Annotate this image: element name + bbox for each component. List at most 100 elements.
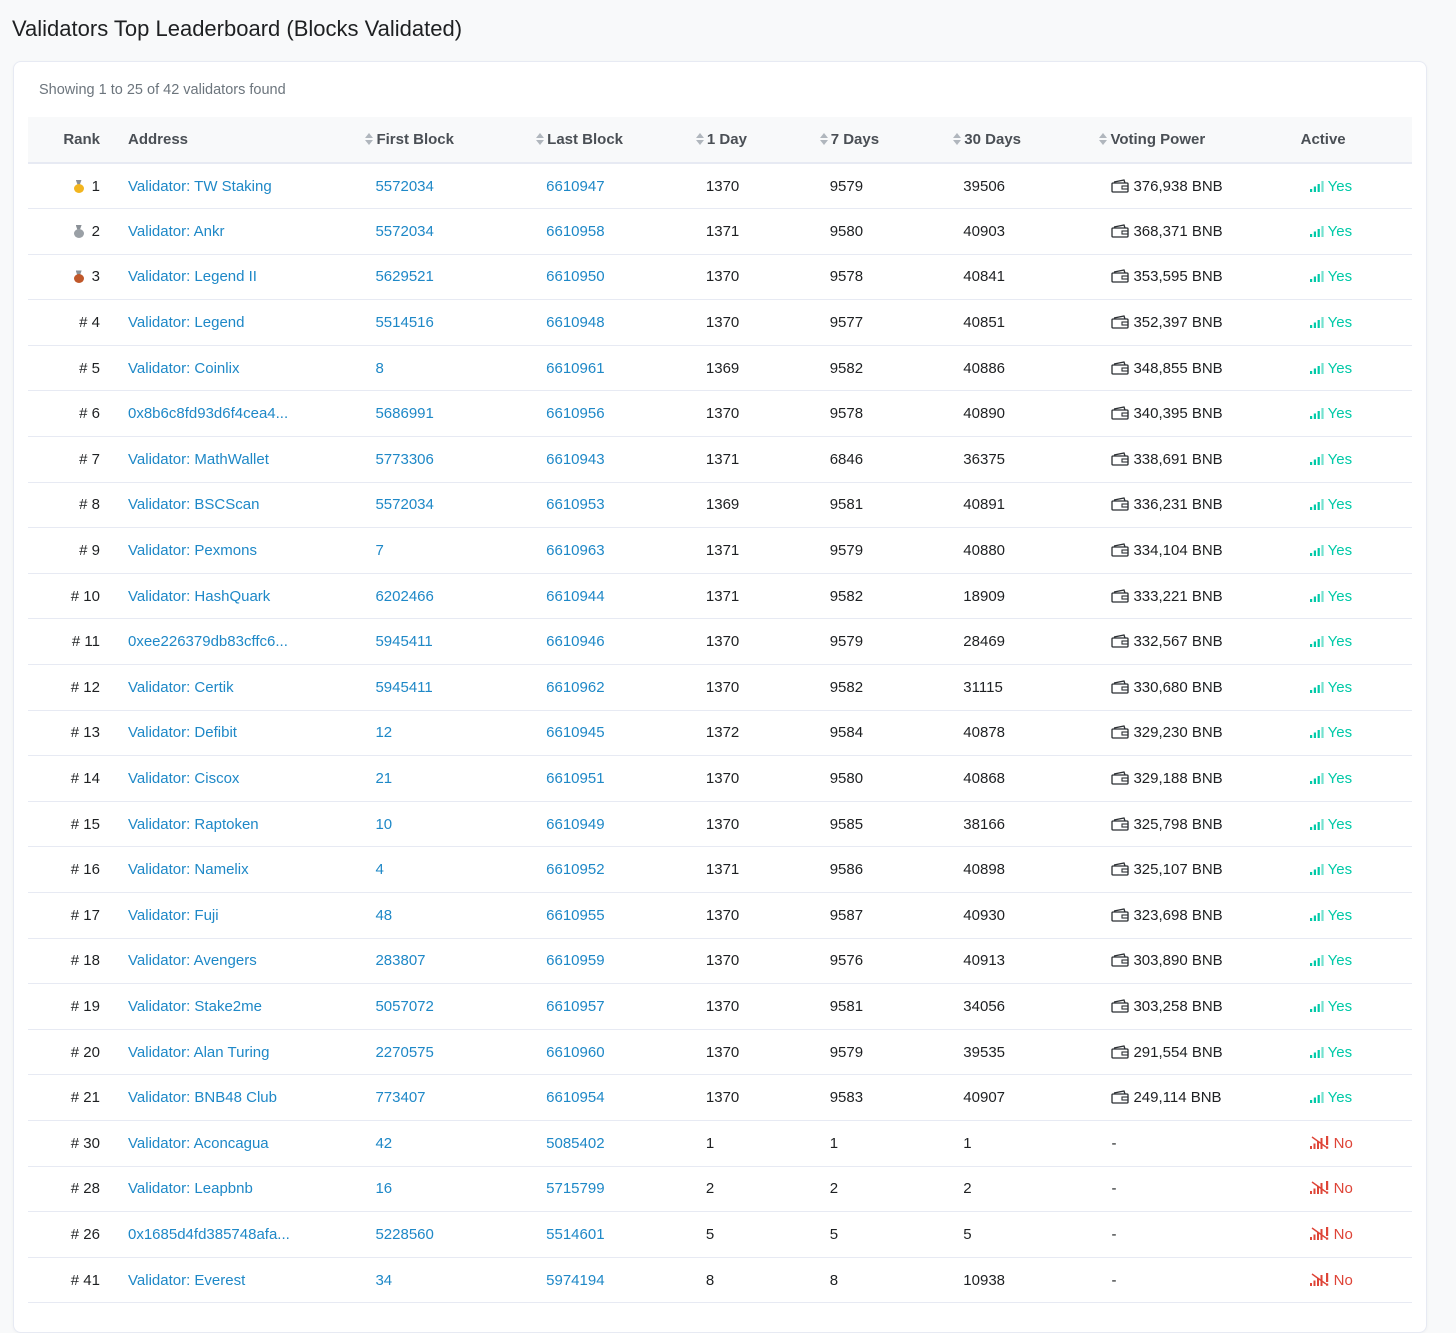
first-block-link[interactable]: 283807: [375, 952, 425, 969]
validator-address-link[interactable]: Validator: Alan Turing: [128, 1044, 269, 1061]
header-last-block[interactable]: Last Block: [536, 117, 696, 163]
validator-address-link[interactable]: Validator: Avengers: [128, 952, 257, 969]
first-block-link[interactable]: 7: [375, 542, 383, 559]
first-block-link[interactable]: 5514516: [375, 314, 433, 331]
first-block-link[interactable]: 5572034: [375, 178, 433, 195]
validator-address-link[interactable]: Validator: Pexmons: [128, 542, 257, 559]
voting-power-value: -: [1111, 1225, 1117, 1243]
first-block-link[interactable]: 4: [375, 861, 383, 878]
validator-address-link[interactable]: 0xee226379db83cffc6...: [128, 633, 288, 650]
voting-power-value: -: [1111, 1271, 1117, 1289]
first-block-link[interactable]: 16: [375, 1180, 392, 1197]
rank-value: # 17: [70, 906, 100, 924]
first-block-link[interactable]: 2270575: [375, 1044, 433, 1061]
validator-address-link[interactable]: Validator: Everest: [128, 1272, 245, 1289]
last-block-link[interactable]: 6610949: [546, 816, 604, 833]
active-status: No: [1333, 1180, 1353, 1198]
last-block-link[interactable]: 5085402: [546, 1135, 604, 1152]
header-first-block[interactable]: First Block: [365, 117, 536, 163]
active-cell: Yes: [1301, 482, 1412, 528]
first-block-link[interactable]: 5057072: [375, 998, 433, 1015]
table-row: # 17 Validator: Fuji 48 6610955 1370 958…: [28, 893, 1412, 939]
validator-address-link[interactable]: Validator: Defibit: [128, 724, 237, 741]
first-block-link[interactable]: 6202466: [375, 588, 433, 605]
validator-address-link[interactable]: Validator: Legend: [128, 314, 244, 331]
blocks-30-days: 40851: [963, 314, 1006, 332]
validator-address-link[interactable]: 0x1685d4fd385748afa...: [128, 1226, 290, 1243]
header-voting-power[interactable]: Voting Power: [1099, 117, 1300, 163]
validator-address-link[interactable]: Validator: Ankr: [128, 223, 224, 240]
first-block-link[interactable]: 5228560: [375, 1226, 433, 1243]
last-block-link[interactable]: 6610958: [546, 223, 604, 240]
address-cell: Validator: TW Staking: [128, 163, 365, 209]
last-block-link[interactable]: 6610954: [546, 1089, 604, 1106]
validator-address-link[interactable]: Validator: MathWallet: [128, 451, 269, 468]
last-block-link[interactable]: 6610961: [546, 360, 604, 377]
last-block-link[interactable]: 5715799: [546, 1180, 604, 1197]
first-block-link[interactable]: 5572034: [375, 496, 433, 513]
first-block-link[interactable]: 10: [375, 816, 392, 833]
rank-value: # 10: [70, 587, 100, 605]
validator-address-link[interactable]: Validator: TW Staking: [128, 178, 272, 195]
last-block-cell: 6610962: [536, 665, 696, 711]
rank-value: # 15: [70, 815, 100, 833]
table-row: # 41 Validator: Everest 34 5974194 8 8 1…: [28, 1257, 1412, 1303]
last-block-link[interactable]: 5514601: [546, 1226, 604, 1243]
validator-address-link[interactable]: 0x8b6c8fd93d6f4cea4...: [128, 405, 288, 422]
first-block-link[interactable]: 773407: [375, 1089, 425, 1106]
voting-power-value: 329,188 BNB: [1133, 770, 1223, 788]
validator-address-link[interactable]: Validator: Fuji: [128, 907, 219, 924]
validator-address-link[interactable]: Validator: BSCScan: [128, 496, 259, 513]
validator-address-link[interactable]: Validator: Stake2me: [128, 998, 262, 1015]
header-7-days[interactable]: 7 Days: [819, 117, 954, 163]
first-block-link[interactable]: 5572034: [375, 223, 433, 240]
last-block-link[interactable]: 6610947: [546, 178, 604, 195]
blocks-30-days: 40891: [963, 496, 1006, 514]
first-block-link[interactable]: 42: [375, 1135, 392, 1152]
first-block-link[interactable]: 34: [375, 1272, 392, 1289]
first-block-link[interactable]: 12: [375, 724, 392, 741]
first-block-link[interactable]: 5945411: [375, 679, 432, 696]
last-block-link[interactable]: 6610952: [546, 861, 604, 878]
last-block-link[interactable]: 6610950: [546, 268, 604, 285]
validator-address-link[interactable]: Validator: Aconcagua: [128, 1135, 269, 1152]
last-block-cell: 6610948: [536, 300, 696, 346]
last-block-link[interactable]: 5974194: [546, 1272, 604, 1289]
validator-address-link[interactable]: Validator: HashQuark: [128, 588, 270, 605]
validator-address-link[interactable]: Validator: Leapbnb: [128, 1180, 253, 1197]
validator-address-link[interactable]: Validator: Raptoken: [128, 816, 259, 833]
last-block-link[interactable]: 6610943: [546, 451, 604, 468]
last-block-link[interactable]: 6610963: [546, 542, 604, 559]
last-block-link[interactable]: 6610957: [546, 998, 604, 1015]
validator-address-link[interactable]: Validator: Certik: [128, 679, 234, 696]
last-block-link[interactable]: 6610962: [546, 679, 604, 696]
last-block-link[interactable]: 6610953: [546, 496, 604, 513]
blocks-7-days: 9582: [829, 678, 864, 696]
wallet-icon: [1111, 269, 1130, 284]
last-block-link[interactable]: 6610956: [546, 405, 604, 422]
blocks-1-day: 1370: [705, 633, 740, 651]
last-block-link[interactable]: 6610948: [546, 314, 604, 331]
first-block-link[interactable]: 5773306: [375, 451, 433, 468]
first-block-link[interactable]: 48: [375, 907, 392, 924]
first-block-link[interactable]: 5629521: [375, 268, 433, 285]
validator-address-link[interactable]: Validator: BNB48 Club: [128, 1089, 277, 1106]
header-30-days[interactable]: 30 Days: [953, 117, 1099, 163]
validator-address-link[interactable]: Validator: Ciscox: [128, 770, 239, 787]
first-block-link[interactable]: 21: [375, 770, 392, 787]
first-block-link[interactable]: 5686991: [375, 405, 433, 422]
validator-address-link[interactable]: Validator: Legend II: [128, 268, 257, 285]
last-block-link[interactable]: 6610959: [546, 952, 604, 969]
validator-address-link[interactable]: Validator: Coinlix: [128, 360, 239, 377]
last-block-link[interactable]: 6610955: [546, 907, 604, 924]
voting-power-value: -: [1111, 1134, 1117, 1152]
header-1-day[interactable]: 1 Day: [695, 117, 820, 163]
validator-address-link[interactable]: Validator: Namelix: [128, 861, 249, 878]
last-block-link[interactable]: 6610951: [546, 770, 604, 787]
last-block-link[interactable]: 6610945: [546, 724, 604, 741]
last-block-link[interactable]: 6610944: [546, 588, 604, 605]
first-block-link[interactable]: 5945411: [375, 633, 432, 650]
last-block-link[interactable]: 6610960: [546, 1044, 604, 1061]
first-block-link[interactable]: 8: [375, 360, 383, 377]
last-block-link[interactable]: 6610946: [546, 633, 604, 650]
